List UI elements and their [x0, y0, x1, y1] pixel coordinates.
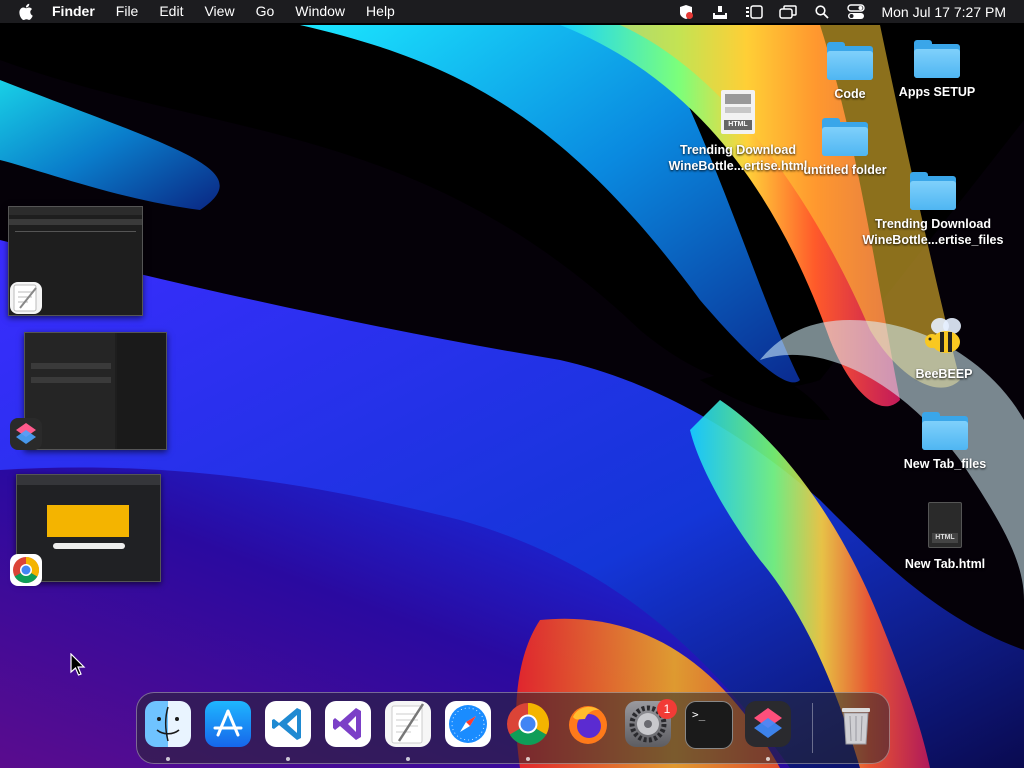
dock-shortcuts[interactable] — [745, 701, 791, 747]
dock-vscode[interactable] — [265, 701, 311, 747]
shortcuts-icon — [754, 708, 782, 738]
desktop-icon-label-line2: WineBottle...ertise.html — [668, 159, 808, 173]
app-store-icon — [213, 709, 243, 737]
folder-icon — [910, 172, 956, 210]
desktop-icon-trending-download-files[interactable]: Trending Download WineBottle...ertise_fi… — [860, 172, 1006, 248]
running-indicator — [286, 757, 290, 761]
dock-trash[interactable] — [833, 701, 879, 747]
safari-icon — [449, 705, 487, 743]
html-tag: HTML — [932, 533, 958, 543]
apple-menu-icon[interactable] — [18, 3, 34, 21]
html-file-icon: HTML — [928, 502, 962, 548]
running-indicator — [406, 757, 410, 761]
terminal-icon: >_ — [692, 708, 706, 721]
firefox-icon — [569, 706, 607, 744]
mouse-pointer — [70, 652, 86, 682]
textedit-window-thumbnail[interactable] — [8, 206, 144, 318]
shortcuts-window-thumbnail[interactable] — [8, 332, 167, 452]
chrome-window-thumbnail[interactable] — [8, 474, 162, 588]
textedit-icon — [391, 703, 425, 744]
dock: 1 >_ — [136, 692, 890, 764]
menu-help[interactable]: Help — [366, 0, 395, 23]
finder-icon — [156, 706, 180, 742]
running-indicator — [766, 757, 770, 761]
menu-app-name[interactable]: Finder — [52, 0, 95, 23]
desktop-icon-apps-setup[interactable]: Apps SETUP — [896, 40, 978, 100]
desktop-icon-beebeep[interactable]: BeeBEEP — [906, 316, 982, 382]
desktop-icon-new-tab-html[interactable]: HTML New Tab.html — [898, 502, 992, 572]
desktop-icon-label-line1: Trending Download — [680, 143, 796, 157]
desktop-icon-label-line1: Trending Download — [875, 217, 991, 231]
chrome-icon — [10, 554, 42, 586]
running-indicator — [526, 757, 530, 761]
menubar-clock[interactable]: Mon Jul 17 7:27 PM — [881, 4, 1006, 20]
screen-mirroring-icon[interactable] — [779, 3, 798, 21]
dock-visual-studio[interactable] — [325, 701, 371, 747]
dock-firefox[interactable] — [565, 701, 611, 747]
menu-window[interactable]: Window — [295, 0, 345, 23]
desktop-icon-new-tab-files[interactable]: New Tab_files — [898, 412, 992, 472]
menu-bar: Finder File Edit View Go Window Help Mon… — [0, 0, 1024, 23]
search-icon[interactable] — [813, 3, 831, 21]
running-indicator — [166, 757, 170, 761]
dock-app-store[interactable] — [205, 701, 251, 747]
dock-terminal[interactable]: >_ — [685, 701, 733, 749]
dock-safari[interactable] — [445, 701, 491, 747]
dock-chrome[interactable] — [505, 701, 551, 747]
chrome-icon — [507, 703, 550, 746]
dock-separator — [812, 703, 813, 753]
desktop-icon-label-line2: WineBottle...ertise_files — [862, 233, 1004, 247]
folder-icon — [922, 412, 968, 450]
notification-badge: 1 — [657, 699, 677, 719]
desktop-icon-label: New Tab_files — [903, 457, 987, 471]
desktop-icon-trending-download-html[interactable]: HTML Trending Download WineBottle...erti… — [664, 90, 812, 174]
folder-icon — [914, 40, 960, 78]
desktop-icon-label: Apps SETUP — [898, 85, 976, 99]
airdrop-upload-icon[interactable] — [711, 3, 729, 21]
bee-icon — [920, 316, 968, 360]
trash-icon — [842, 708, 870, 745]
dock-finder[interactable] — [145, 701, 191, 747]
dock-textedit[interactable] — [385, 701, 431, 747]
desktop-icon-untitled-folder[interactable]: untitled folder — [800, 118, 890, 178]
folder-icon — [827, 42, 873, 80]
menu-edit[interactable]: Edit — [159, 0, 183, 23]
desktop-icon-label: Code — [834, 87, 866, 101]
html-file-icon: HTML — [721, 90, 755, 134]
menu-file[interactable]: File — [116, 0, 139, 23]
menu-go[interactable]: Go — [256, 0, 275, 23]
shortcuts-icon — [10, 418, 42, 450]
html-tag: HTML — [724, 120, 752, 130]
desktop-icon-label: New Tab.html — [904, 557, 986, 571]
vscode-icon — [272, 708, 301, 740]
visual-studio-icon — [333, 708, 361, 740]
textedit-icon — [10, 282, 42, 314]
anydesk-icon[interactable] — [677, 3, 695, 21]
desktop-icon-label: BeeBEEP — [915, 367, 973, 381]
control-center-icon[interactable] — [847, 3, 866, 21]
folder-icon — [822, 118, 868, 156]
desktop-icon-code[interactable]: Code — [818, 42, 882, 102]
stage-manager-icon[interactable] — [745, 3, 764, 21]
menu-view[interactable]: View — [204, 0, 234, 23]
